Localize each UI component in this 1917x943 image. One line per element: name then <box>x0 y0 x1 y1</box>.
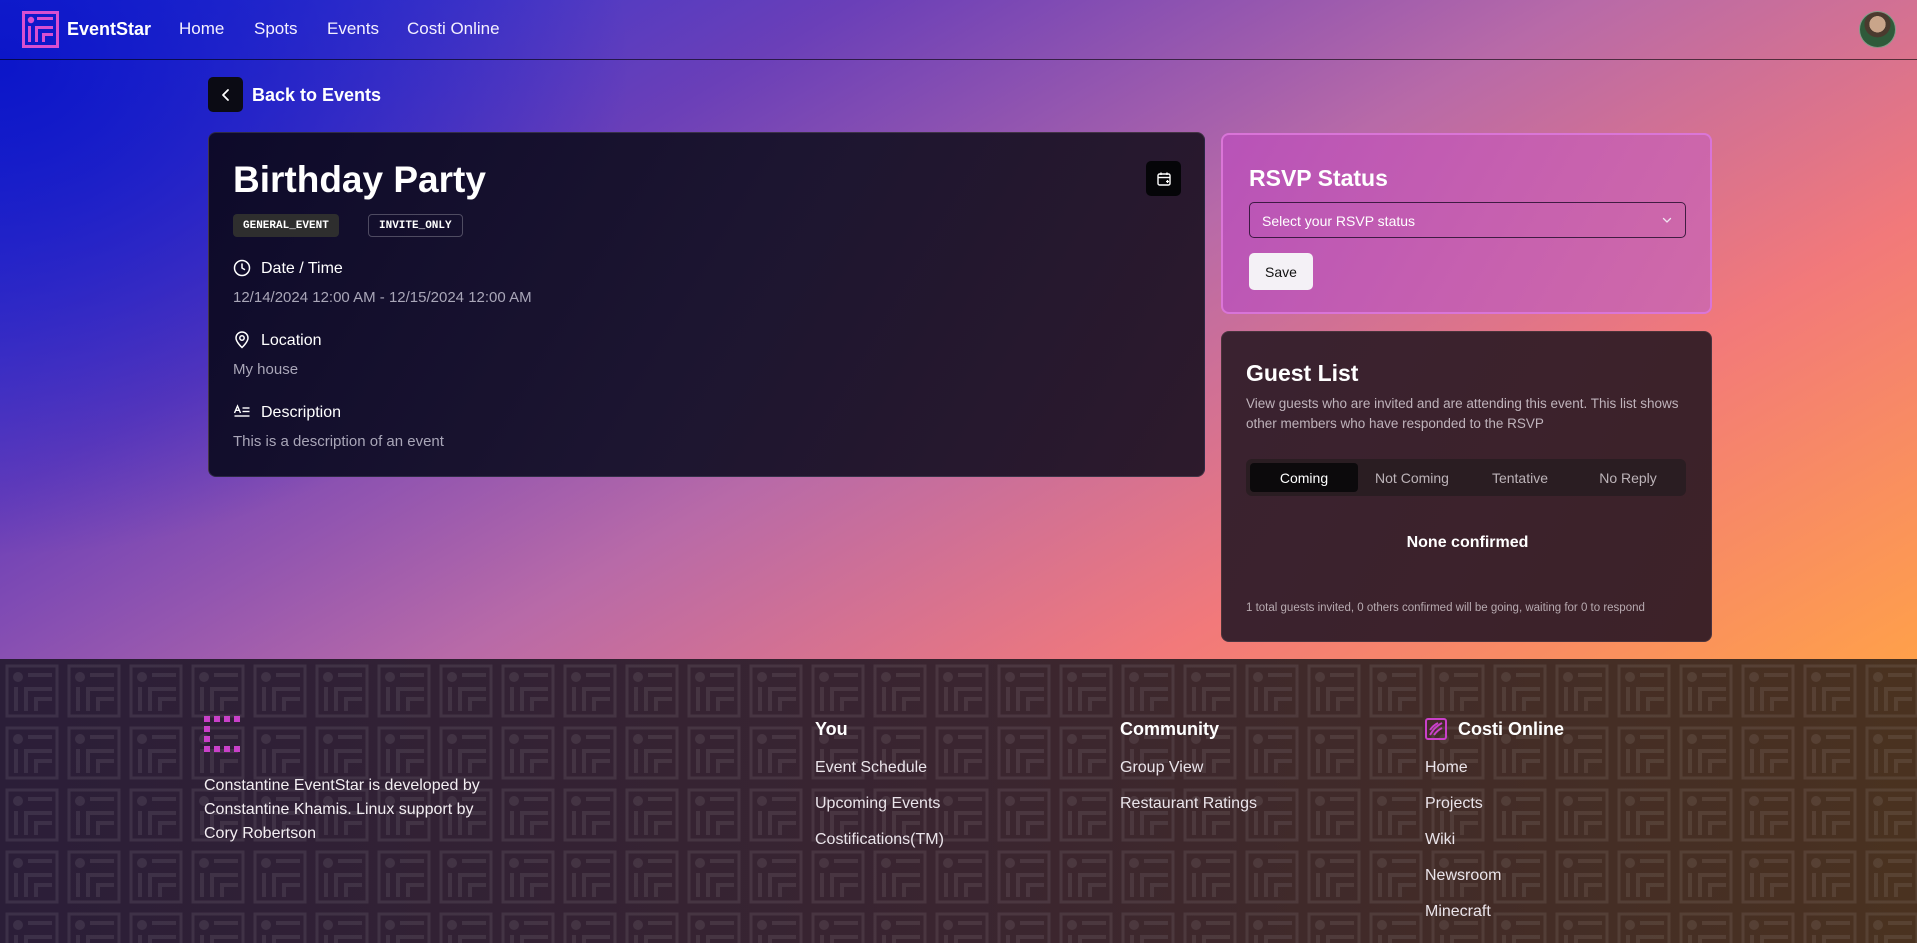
footer-link-restaurant-ratings[interactable]: Restaurant Ratings <box>1120 795 1257 813</box>
footer-about-text: Constantine EventStar is developed by Co… <box>204 777 480 842</box>
nav-events[interactable]: Events <box>327 19 379 39</box>
nav-spots[interactable]: Spots <box>254 19 297 39</box>
empty-state-text: None confirmed <box>1406 534 1529 551</box>
costi-online-icon <box>1425 718 1447 740</box>
clock-icon <box>233 259 251 277</box>
tag-general-event: GENERAL_EVENT <box>233 214 339 237</box>
footer-heading-costi-online: Costi Online <box>1458 719 1565 739</box>
location-value: My house <box>233 361 299 378</box>
guest-list-card: Guest List View guests who are invited a… <box>1221 331 1712 642</box>
brand-name[interactable]: EventStar <box>67 19 151 40</box>
description-value: This is a description of an event <box>233 433 444 450</box>
footer: Constantine EventStar is developed by Co… <box>0 659 1917 943</box>
tag-invite-only: INVITE_ONLY <box>368 214 463 237</box>
guest-summary: 1 total guests invited, 0 others confirm… <box>1246 602 1645 614</box>
footer-link-home[interactable]: Home <box>1425 759 1468 777</box>
footer-link-projects[interactable]: Projects <box>1425 795 1483 813</box>
user-avatar[interactable] <box>1859 11 1896 48</box>
event-title: Birthday Party <box>233 159 486 200</box>
rsvp-title: RSVP Status <box>1249 165 1388 191</box>
calendar-plus-icon <box>1156 172 1171 186</box>
description-label: Description <box>261 404 342 421</box>
back-to-events-link[interactable]: Back to Events <box>252 85 381 106</box>
text-align-icon <box>233 404 250 417</box>
save-button[interactable]: Save <box>1249 253 1313 290</box>
footer-heading-you: You <box>815 719 848 739</box>
tab-coming[interactable]: Coming <box>1250 463 1358 492</box>
nav-costi-online[interactable]: Costi Online <box>407 19 500 39</box>
footer-link-wiki[interactable]: Wiki <box>1425 831 1455 849</box>
guest-tabs: Coming Not Coming Tentative No Reply <box>1246 459 1686 496</box>
footer-link-upcoming-events[interactable]: Upcoming Events <box>815 795 940 813</box>
tab-tentative[interactable]: Tentative <box>1466 463 1574 492</box>
footer-link-newsroom[interactable]: Newsroom <box>1425 867 1501 885</box>
rsvp-card: RSVP Status Select your RSVP status Save <box>1221 133 1712 314</box>
top-nav: EventStar Home Spots Events Costi Online <box>0 0 1917 60</box>
tab-no-reply[interactable]: No Reply <box>1574 463 1682 492</box>
location-label: Location <box>261 332 322 349</box>
footer-link-minecraft[interactable]: Minecraft <box>1425 903 1491 921</box>
eventstar-logo-icon[interactable] <box>22 11 59 48</box>
nav-home[interactable]: Home <box>179 19 224 39</box>
footer-heading-community: Community <box>1120 719 1219 739</box>
map-pin-icon <box>235 331 249 349</box>
event-details-card: Birthday Party GENERAL_EVENT INVITE_ONLY… <box>208 132 1205 477</box>
back-button[interactable] <box>208 77 243 112</box>
footer-logo-icon <box>204 716 240 752</box>
rsvp-status-select[interactable]: Select your RSVP status <box>1249 202 1686 238</box>
footer-link-group-view[interactable]: Group View <box>1120 759 1203 777</box>
chevron-down-icon <box>1662 217 1672 223</box>
guest-list-description: View guests who are invited and are atte… <box>1246 396 1679 431</box>
footer-link-costifications[interactable]: Costifications(TM) <box>815 831 944 849</box>
tab-not-coming[interactable]: Not Coming <box>1358 463 1466 492</box>
datetime-value: 12/14/2024 12:00 AM - 12/15/2024 12:00 A… <box>233 289 532 306</box>
datetime-label: Date / Time <box>261 260 343 277</box>
add-to-calendar-button[interactable] <box>1146 161 1181 196</box>
rsvp-select-placeholder: Select your RSVP status <box>1262 213 1416 229</box>
guest-list-title: Guest List <box>1246 360 1359 386</box>
chevron-left-icon <box>221 88 229 101</box>
footer-link-event-schedule[interactable]: Event Schedule <box>815 759 927 777</box>
